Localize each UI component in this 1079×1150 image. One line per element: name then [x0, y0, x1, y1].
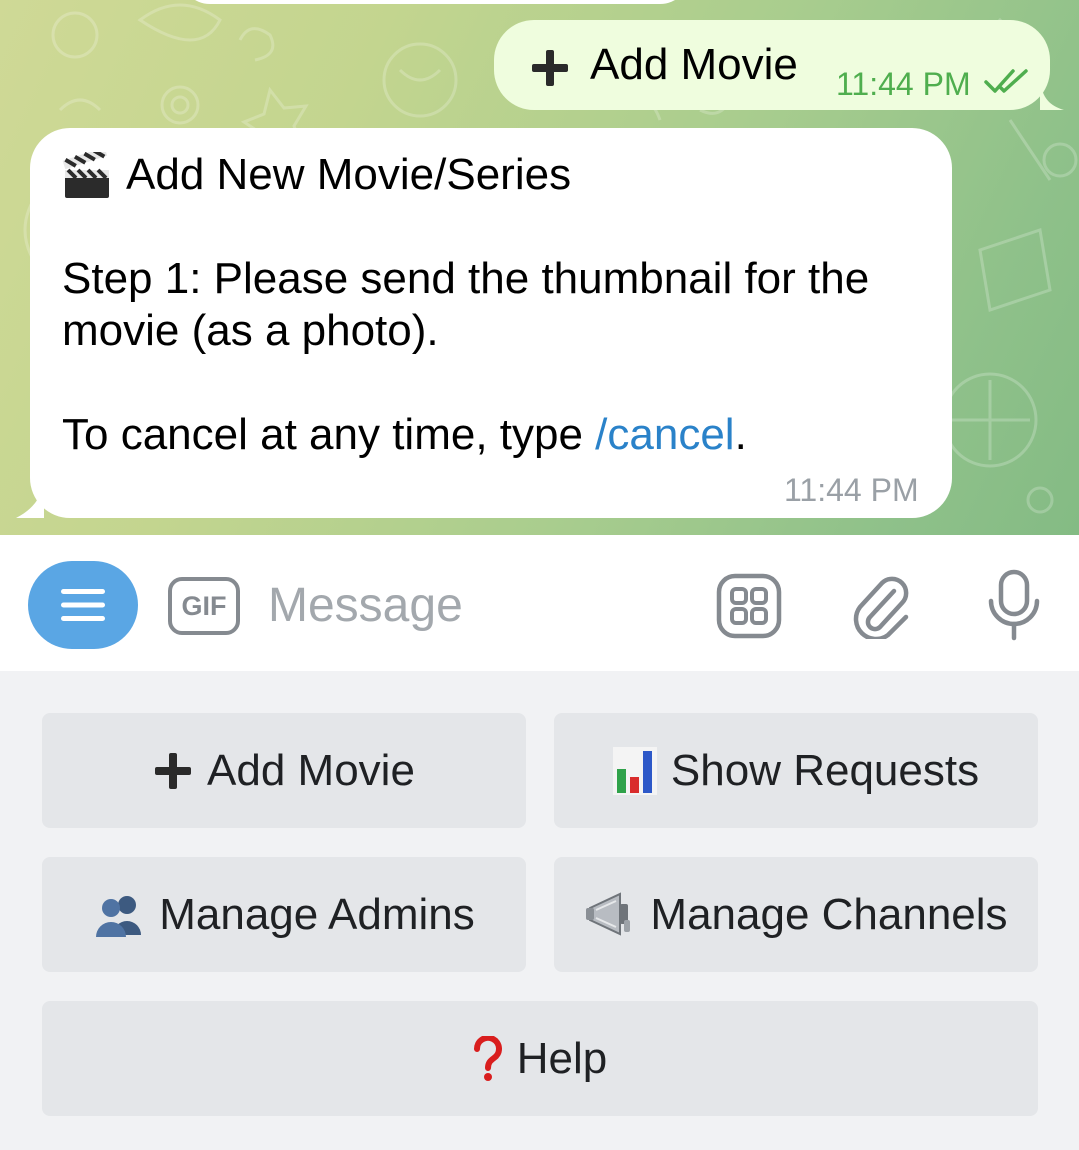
outgoing-message-time: 11:44 PM — [836, 66, 971, 102]
outgoing-message-text: Add Movie — [590, 40, 798, 89]
plus-icon — [532, 50, 568, 86]
cancel-suffix: . — [734, 410, 747, 459]
keyboard-button-manage-admins[interactable]: Manage Admins — [42, 857, 526, 972]
message-step-line-1: Step 1: Please send the thumbnail for th… — [62, 254, 870, 303]
sticker-icon[interactable] — [716, 573, 782, 639]
keyboard-button-label: Help — [516, 1033, 608, 1083]
keyboard-button-show-requests[interactable]: Show Requests — [554, 713, 1038, 828]
keyboard-button-label: Manage Channels — [650, 889, 1008, 939]
outgoing-bubble-tail — [1040, 80, 1064, 110]
megaphone-icon — [586, 891, 631, 936]
paperclip-icon[interactable] — [850, 571, 914, 639]
message-step-line-2: movie (as a photo). — [62, 306, 439, 355]
previous-message-bubble — [180, 0, 690, 4]
bot-menu-button[interactable] — [28, 561, 138, 649]
message-cancel-line: To cancel at any time, type /cancel. — [62, 410, 747, 460]
message-input[interactable] — [268, 573, 688, 637]
chat-area: Add Movie 11:44 PM Add New Movie/Series … — [0, 0, 1079, 535]
keyboard-button-label: Manage Admins — [159, 889, 475, 939]
double-check-icon — [984, 69, 1028, 93]
keyboard-button-help[interactable]: Help — [42, 1001, 1038, 1116]
users-icon — [96, 895, 142, 937]
message-input-bar: GIF — [0, 535, 1079, 671]
menu-icon — [61, 589, 105, 621]
cancel-prefix: To cancel at any time, type — [62, 410, 596, 459]
incoming-message-time: 11:44 PM — [784, 472, 919, 508]
cancel-command-link[interactable]: /cancel — [595, 410, 734, 459]
keyboard-button-manage-channels[interactable]: Manage Channels — [554, 857, 1038, 972]
plus-icon — [155, 752, 192, 789]
reply-keyboard: Add Movie Show Requests Manage Admins Ma… — [0, 671, 1079, 1150]
incoming-bubble-tail — [16, 480, 44, 518]
gif-button[interactable]: GIF — [168, 577, 240, 635]
keyboard-button-label: Show Requests — [670, 745, 980, 795]
clapper-board-icon — [62, 152, 109, 198]
keyboard-button-add-movie[interactable]: Add Movie — [42, 713, 526, 828]
question-mark-icon — [473, 1035, 502, 1081]
message-title: Add New Movie/Series — [126, 150, 572, 199]
microphone-icon[interactable] — [986, 569, 1042, 641]
keyboard-button-label: Add Movie — [207, 745, 415, 795]
bar-chart-icon — [612, 746, 657, 795]
